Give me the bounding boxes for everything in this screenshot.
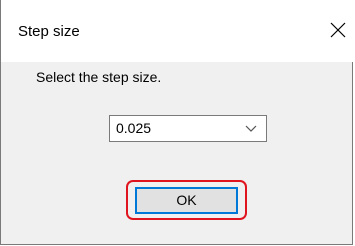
prompt-label: Select the step size. bbox=[36, 69, 162, 85]
step-size-select[interactable]: 0.025 bbox=[109, 115, 267, 142]
title-bar: Step size bbox=[1, 0, 353, 62]
ok-button[interactable]: OK bbox=[135, 187, 238, 214]
step-size-dialog: Step size Select the step size. 0.025 OK bbox=[0, 0, 353, 245]
chevron-down-icon bbox=[245, 125, 257, 132]
step-size-value: 0.025 bbox=[116, 120, 152, 136]
close-icon[interactable] bbox=[328, 20, 348, 40]
window-title: Step size bbox=[18, 23, 80, 40]
